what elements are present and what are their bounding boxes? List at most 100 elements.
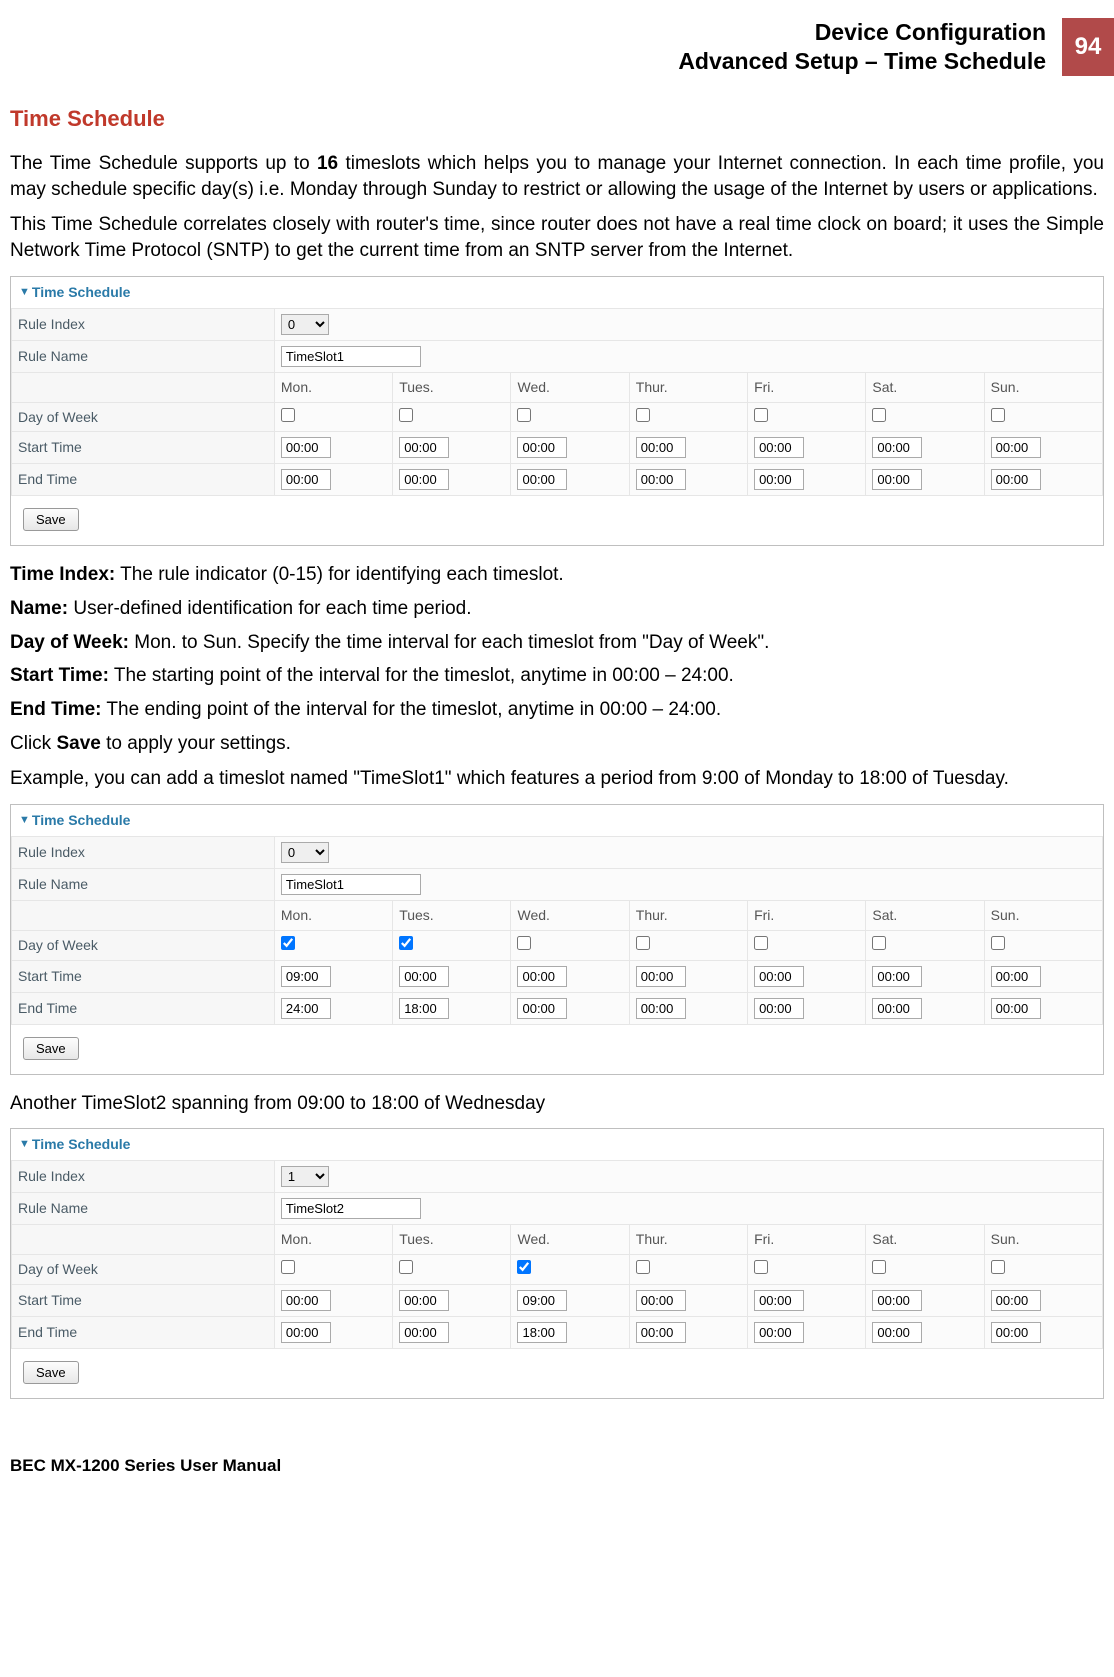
label-rule-index: Rule Index <box>12 836 275 868</box>
start-time-input[interactable] <box>281 966 331 987</box>
day-checkbox[interactable] <box>399 1260 413 1274</box>
label-day-of-week: Day of Week <box>12 402 275 432</box>
end-time-input[interactable] <box>991 998 1041 1019</box>
page-header: Device Configuration Advanced Setup – Ti… <box>0 0 1114 86</box>
label-rule-index: Rule Index <box>12 1161 275 1193</box>
start-time-input[interactable] <box>399 437 449 458</box>
rule-name-input[interactable] <box>281 874 421 895</box>
day-checkbox[interactable] <box>872 408 886 422</box>
rule-name-input[interactable] <box>281 346 421 367</box>
day-header: Sun. <box>984 372 1102 402</box>
day-checkbox[interactable] <box>636 408 650 422</box>
day-checkbox[interactable] <box>517 408 531 422</box>
start-time-input[interactable] <box>281 437 331 458</box>
end-time-input[interactable] <box>399 998 449 1019</box>
end-time-input[interactable] <box>754 1322 804 1343</box>
day-checkbox[interactable] <box>399 936 413 950</box>
day-checkbox[interactable] <box>281 408 295 422</box>
start-time-input[interactable] <box>517 437 567 458</box>
rule-index-select[interactable]: 0 <box>281 314 329 335</box>
end-time-input[interactable] <box>636 469 686 490</box>
start-time-input[interactable] <box>754 437 804 458</box>
def-name: Name: User-defined identification for ea… <box>10 596 1104 622</box>
day-checkbox[interactable] <box>991 936 1005 950</box>
start-time-input[interactable] <box>636 437 686 458</box>
panel-title: ▼ Time Schedule <box>11 805 1103 836</box>
start-time-input[interactable] <box>754 966 804 987</box>
end-time-input[interactable] <box>399 1322 449 1343</box>
day-header: Sun. <box>984 1225 1102 1255</box>
start-time-input[interactable] <box>872 1290 922 1311</box>
save-button[interactable]: Save <box>23 1037 79 1060</box>
day-header: Wed. <box>511 900 629 930</box>
label-day-of-week: Day of Week <box>12 1255 275 1285</box>
day-checkbox[interactable] <box>517 936 531 950</box>
start-time-input[interactable] <box>754 1290 804 1311</box>
start-time-input[interactable] <box>636 966 686 987</box>
label-rule-name: Rule Name <box>12 1193 275 1225</box>
day-checkbox[interactable] <box>872 936 886 950</box>
end-time-input[interactable] <box>754 998 804 1019</box>
page-footer: BEC MX-1200 Series User Manual <box>0 1415 1114 1494</box>
day-checkbox[interactable] <box>872 1260 886 1274</box>
save-button[interactable]: Save <box>23 508 79 531</box>
start-time-input[interactable] <box>399 966 449 987</box>
end-time-input[interactable] <box>754 469 804 490</box>
rule-index-select[interactable]: 1 <box>281 1166 329 1187</box>
start-time-input[interactable] <box>517 966 567 987</box>
start-time-input[interactable] <box>872 966 922 987</box>
day-header: Fri. <box>748 900 866 930</box>
start-time-input[interactable] <box>991 437 1041 458</box>
rule-name-input[interactable] <box>281 1198 421 1219</box>
end-time-input[interactable] <box>636 998 686 1019</box>
end-time-input[interactable] <box>991 469 1041 490</box>
start-time-input[interactable] <box>991 966 1041 987</box>
day-checkbox[interactable] <box>281 1260 295 1274</box>
section-title: Time Schedule <box>10 104 1104 134</box>
day-checkbox[interactable] <box>636 936 650 950</box>
day-header: Wed. <box>511 372 629 402</box>
example-paragraph-2: Another TimeSlot2 spanning from 09:00 to… <box>10 1091 1104 1117</box>
end-time-input[interactable] <box>517 469 567 490</box>
day-checkbox[interactable] <box>754 936 768 950</box>
start-time-input[interactable] <box>517 1290 567 1311</box>
day-checkbox[interactable] <box>399 408 413 422</box>
start-time-input[interactable] <box>636 1290 686 1311</box>
day-header: Fri. <box>748 372 866 402</box>
end-time-input[interactable] <box>281 1322 331 1343</box>
end-time-input[interactable] <box>517 1322 567 1343</box>
day-checkbox[interactable] <box>991 1260 1005 1274</box>
day-header: Sat. <box>866 1225 984 1255</box>
start-time-input[interactable] <box>281 1290 331 1311</box>
time-schedule-panel: ▼ Time Schedule Rule Index 1 Rule Name M… <box>10 1128 1104 1399</box>
time-schedule-panel: ▼ Time Schedule Rule Index 0 Rule Name M… <box>10 276 1104 547</box>
end-time-input[interactable] <box>399 469 449 490</box>
def-end-time: End Time: The ending point of the interv… <box>10 697 1104 723</box>
end-time-input[interactable] <box>281 998 331 1019</box>
day-checkbox[interactable] <box>754 408 768 422</box>
day-checkbox[interactable] <box>281 936 295 950</box>
end-time-input[interactable] <box>517 998 567 1019</box>
label-end-time: End Time <box>12 992 275 1024</box>
start-time-input[interactable] <box>991 1290 1041 1311</box>
start-time-input[interactable] <box>399 1290 449 1311</box>
def-day-of-week: Day of Week: Mon. to Sun. Specify the ti… <box>10 630 1104 656</box>
end-time-input[interactable] <box>991 1322 1041 1343</box>
day-header: Sat. <box>866 372 984 402</box>
end-time-input[interactable] <box>281 469 331 490</box>
day-checkbox[interactable] <box>991 408 1005 422</box>
day-header: Sat. <box>866 900 984 930</box>
header-line-1: Device Configuration <box>815 19 1046 45</box>
end-time-input[interactable] <box>872 469 922 490</box>
day-checkbox[interactable] <box>754 1260 768 1274</box>
day-checkbox[interactable] <box>636 1260 650 1274</box>
day-checkbox[interactable] <box>517 1260 531 1274</box>
end-time-input[interactable] <box>636 1322 686 1343</box>
start-time-input[interactable] <box>872 437 922 458</box>
save-button[interactable]: Save <box>23 1361 79 1384</box>
end-time-input[interactable] <box>872 998 922 1019</box>
label-rule-name: Rule Name <box>12 868 275 900</box>
end-time-input[interactable] <box>872 1322 922 1343</box>
rule-index-select[interactable]: 0 <box>281 842 329 863</box>
day-header: Thur. <box>629 900 747 930</box>
